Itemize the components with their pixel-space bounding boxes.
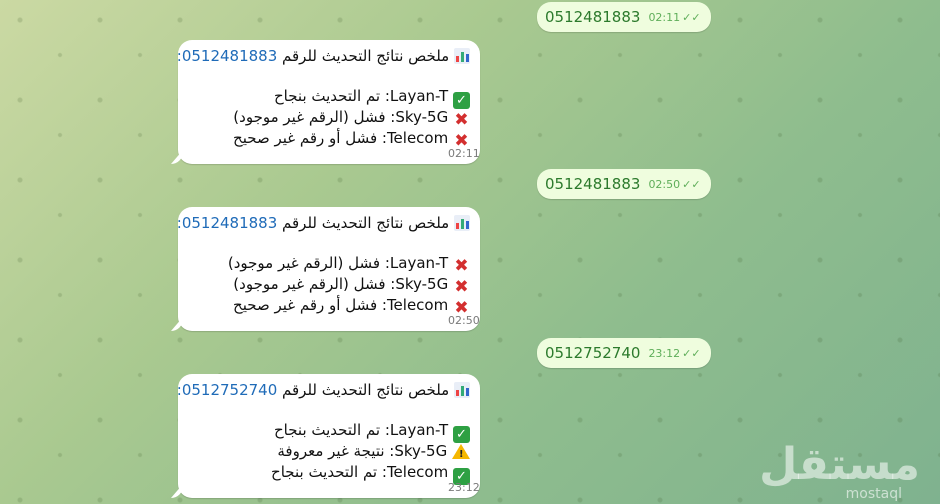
message-time: 02:11 (448, 147, 480, 160)
watermark-subtext: mostaql (845, 486, 902, 502)
result-line-telecom: ✖ Telecom: فشل أو رقم غير صحيح (233, 129, 469, 151)
cross-icon: ✖ (454, 256, 469, 276)
bar-chart-icon (454, 215, 470, 231)
result-line-sky: ✖ Sky-5G: فشل (الرقم غير موجود) (233, 108, 469, 130)
result-line-layan: ✖ Layan-T: فشل (الرقم غير موجود) (227, 254, 469, 276)
result-line-layan: ✓ Layan-T: تم التحديث بنجاح (188, 420, 470, 443)
result-line-sky: Sky-5G: نتيجة غير معروفة (188, 441, 470, 463)
phone-number-link[interactable]: 0512752740: (177, 381, 278, 399)
result-line-sky: ✖ Sky-5G: فشل (الرقم غير موجود) (233, 275, 469, 297)
outgoing-message[interactable]: 0512752740 23:12 ✓✓ (537, 338, 711, 368)
results-summary-message[interactable]: ملخص نتائج التحديث للرقم 0512752740: ✓ L… (177, 374, 480, 498)
outgoing-message[interactable]: 0512481883 02:50 ✓✓ (537, 169, 711, 199)
double-check-icon: ✓✓ (682, 177, 701, 191)
message-meta: 23:12 ✓✓ (648, 347, 700, 360)
results-summary-message[interactable]: ملخص نتائج التحديث للرقم 0512481883: ✖ L… (177, 207, 480, 331)
results-summary-message[interactable]: ملخص نتائج التحديث للرقم 0512481883: ✓ L… (177, 40, 480, 164)
result-line-telecom: ✓ Telecom: تم التحديث بنجاح (188, 462, 470, 485)
message-meta: 02:11 ✓✓ (648, 11, 700, 24)
message-time: 23:12 (648, 346, 681, 360)
message-time: 02:50 (448, 314, 480, 327)
double-check-icon: ✓✓ (682, 346, 701, 360)
message-time: 02:50 (648, 177, 681, 191)
watermark-logo: مستقل (759, 439, 920, 490)
message-meta: 02:50 ✓✓ (648, 178, 700, 191)
result-line-layan: ✓ Layan-T: تم التحديث بنجاح (188, 86, 470, 109)
double-check-icon: ✓✓ (682, 10, 701, 24)
phone-number-link[interactable]: 0512481883: (177, 214, 278, 232)
warning-icon (452, 444, 470, 463)
phone-number[interactable]: 0512481883 (545, 8, 640, 26)
message-time: 02:11 (648, 10, 681, 24)
message-time: 23:12 (448, 481, 480, 494)
phone-number[interactable]: 0512481883 (545, 175, 640, 193)
bar-chart-icon (454, 48, 470, 64)
outgoing-message[interactable]: 0512481883 02:11 ✓✓ (537, 2, 711, 32)
summary-title: ملخص نتائج التحديث للرقم 0512481883: (177, 46, 470, 67)
cross-icon: ✖ (454, 277, 469, 297)
bar-chart-icon (454, 382, 470, 398)
result-line-telecom: ✖ Telecom: فشل أو رقم غير صحيح (233, 296, 469, 318)
summary-title: ملخص نتائج التحديث للرقم 0512481883: (177, 213, 470, 234)
chat-area[interactable]: 0512481883 02:11 ✓✓ ملخص نتائج التحديث ل… (0, 0, 940, 504)
phone-number-link[interactable]: 0512481883: (177, 47, 278, 65)
phone-number[interactable]: 0512752740 (545, 344, 640, 362)
cross-icon: ✖ (454, 110, 469, 130)
summary-title: ملخص نتائج التحديث للرقم 0512752740: (177, 380, 470, 401)
